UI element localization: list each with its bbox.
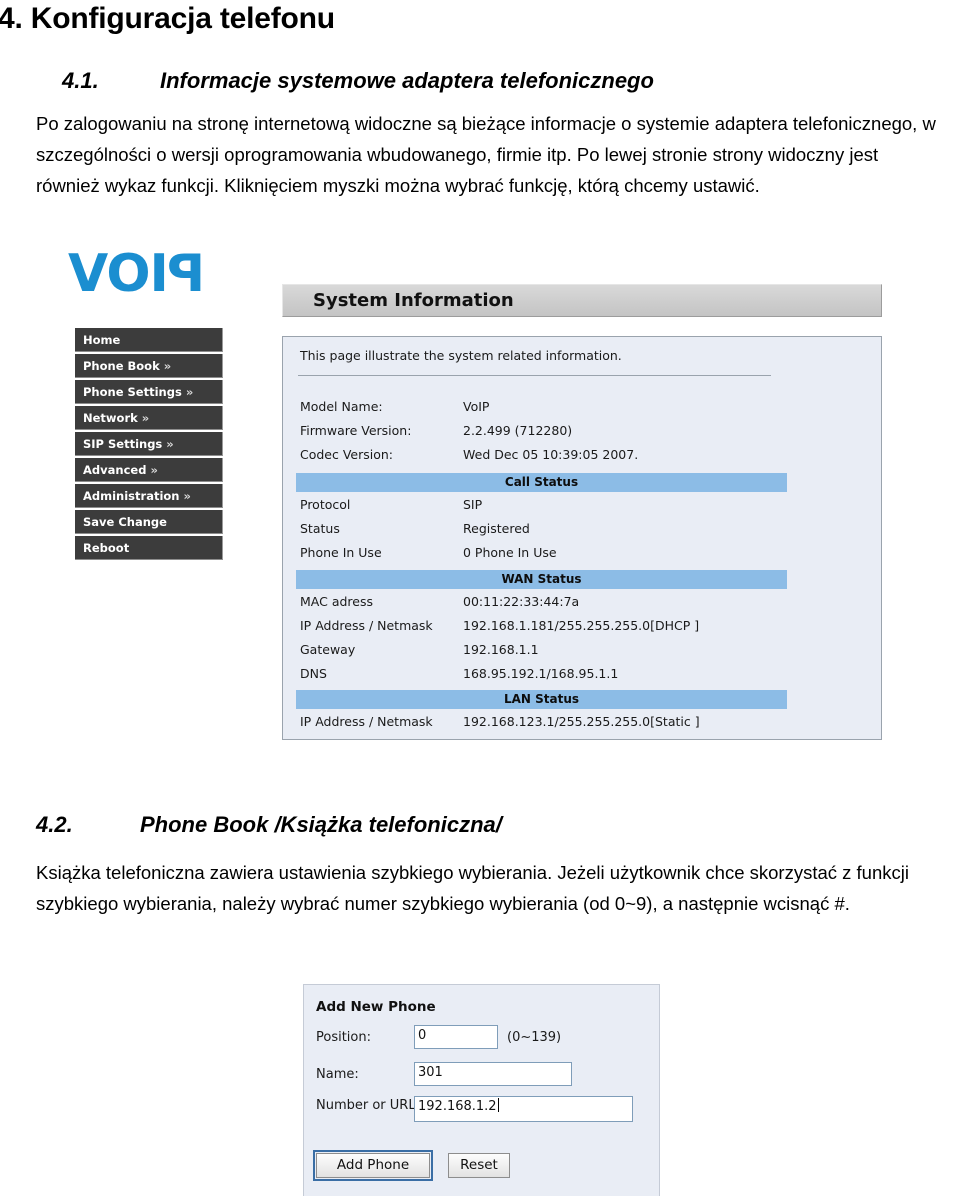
sidebar-item-label: SIP Settings (83, 437, 163, 451)
row-value: 192.168.1.181/255.255.255.0[DHCP ] (463, 618, 700, 633)
row-label: IP Address / Netmask (300, 618, 433, 633)
table-row: DNS 168.95.192.1/168.95.1.1 (300, 666, 860, 690)
section-4-1-number: 4.1. (62, 68, 99, 93)
row-value: 192.168.1.1 (463, 642, 539, 657)
name-input[interactable]: 301 (414, 1062, 572, 1086)
row-value: Wed Dec 05 10:39:05 2007. (463, 447, 639, 462)
row-value: 00:11:22:33:44:7a (463, 594, 580, 609)
sidebar-item-advanced[interactable]: Advanced » (75, 458, 223, 482)
panel-body: This page illustrate the system related … (282, 336, 882, 740)
system-information-screenshot: VOIP Home Phone Book » Phone Settings » … (0, 240, 900, 750)
chevron-right-icon: » (141, 411, 150, 425)
section-4-2-paragraph: Książka telefoniczna zawiera ustawienia … (36, 862, 909, 914)
sidebar-item-label: Phone Settings (83, 385, 182, 399)
row-label: Gateway (300, 642, 356, 657)
voip-logo-text: VOI (68, 244, 169, 304)
row-value: 0 Phone In Use (463, 545, 557, 560)
sidebar-item-label: Home (83, 333, 121, 347)
panel-intro-text: This page illustrate the system related … (300, 348, 622, 363)
chevron-right-icon: » (150, 463, 158, 477)
section-4-2-number: 4.2. (36, 812, 73, 837)
section-4-2-title: Phone Book /Książka telefoniczna/ (140, 812, 502, 837)
row-value: 168.95.192.1/168.95.1.1 (463, 666, 619, 681)
table-row: MAC adress 00:11:22:33:44:7a (300, 594, 860, 618)
row-label: Protocol (300, 497, 351, 512)
sidebar-item-home[interactable]: Home (75, 328, 223, 352)
row-label: Model Name: (300, 399, 383, 414)
table-row: Model Name: VoIP (300, 399, 860, 423)
row-value: SIP (463, 497, 483, 512)
panel-header-label: System Information (313, 290, 514, 311)
number-url-value: 192.168.1.2 (418, 1099, 497, 1114)
voip-logo: VOIP (68, 244, 206, 304)
name-label: Name: (316, 1067, 359, 1082)
row-label: Phone In Use (300, 545, 382, 560)
section-header-wan-status: WAN Status (296, 570, 787, 589)
sidebar-item-label: Advanced (83, 463, 147, 477)
row-label: MAC adress (300, 594, 373, 609)
sidebar-item-label: Reboot (83, 541, 130, 555)
add-phone-button[interactable]: Add Phone (313, 1150, 433, 1181)
sidebar-item-save-change[interactable]: Save Change (75, 510, 223, 534)
table-row: Codec Version: Wed Dec 05 10:39:05 2007. (300, 447, 860, 471)
page-title: 4. Konfiguracja telefonu (0, 2, 335, 35)
number-url-label: Number or URL: (316, 1098, 420, 1113)
sidebar-item-label: Save Change (83, 515, 167, 529)
sidebar-item-label: Phone Book (83, 359, 160, 373)
sidebar-item-label: Network (83, 411, 138, 425)
sidebar-item-phone-settings[interactable]: Phone Settings » (75, 380, 223, 404)
table-row: IP Address / Netmask 192.168.123.1/255.2… (300, 714, 860, 738)
row-label: DNS (300, 666, 327, 681)
chevron-right-icon: » (163, 359, 172, 373)
sidebar-item-network[interactable]: Network » (75, 406, 223, 430)
row-value: VoIP (463, 399, 490, 414)
table-row: Phone In Use 0 Phone In Use (300, 545, 860, 569)
chevron-right-icon: » (166, 437, 174, 451)
divider (298, 375, 771, 376)
row-label: Status (300, 521, 340, 536)
sidebar-item-label: Administration (83, 489, 180, 503)
section-4-1-title: Informacje systemowe adaptera telefonicz… (160, 68, 654, 93)
chevron-right-icon: » (185, 385, 194, 399)
reset-button[interactable]: Reset (448, 1153, 510, 1178)
table-row: Status Registered (300, 521, 860, 545)
row-value: 192.168.123.1/255.255.255.0[Static ] (463, 714, 700, 729)
section-header-lan-status: LAN Status (296, 690, 787, 709)
position-label: Position: (316, 1030, 371, 1045)
row-value: Registered (463, 521, 530, 536)
row-label: Firmware Version: (300, 423, 412, 438)
position-input[interactable]: 0 (414, 1025, 498, 1049)
text-cursor (497, 1098, 499, 1112)
chevron-right-icon: » (183, 489, 191, 503)
panel-header: System Information (282, 284, 882, 317)
voip-logo-flipped-p: P (167, 244, 206, 304)
section-header-call-status: Call Status (296, 473, 787, 492)
sidebar-nav: Home Phone Book » Phone Settings » Netwo… (75, 328, 223, 562)
section-4-1-paragraph: Po zalogowaniu na stronę internetową wid… (36, 113, 936, 196)
add-new-phone-screenshot: Add New Phone Position: 0 (0~139) Name: … (303, 984, 660, 1196)
row-label: IP Address / Netmask (300, 714, 433, 729)
sidebar-item-administration[interactable]: Administration » (75, 484, 223, 508)
row-label: Codec Version: (300, 447, 394, 462)
sidebar-item-sip-settings[interactable]: SIP Settings » (75, 432, 223, 456)
table-row: Gateway 192.168.1.1 (300, 642, 860, 666)
table-row: Firmware Version: 2.2.499 (712280) (300, 423, 860, 447)
number-url-input[interactable]: 192.168.1.2 (414, 1096, 633, 1122)
sidebar-item-reboot[interactable]: Reboot (75, 536, 223, 560)
position-range-hint: (0~139) (507, 1030, 562, 1045)
table-row: IP Address / Netmask 192.168.1.181/255.2… (300, 618, 860, 642)
row-value: 2.2.499 (712280) (463, 423, 573, 438)
form-title: Add New Phone (316, 999, 436, 1015)
table-row: Protocol SIP (300, 497, 860, 521)
sidebar-item-phone-book[interactable]: Phone Book » (75, 354, 223, 378)
